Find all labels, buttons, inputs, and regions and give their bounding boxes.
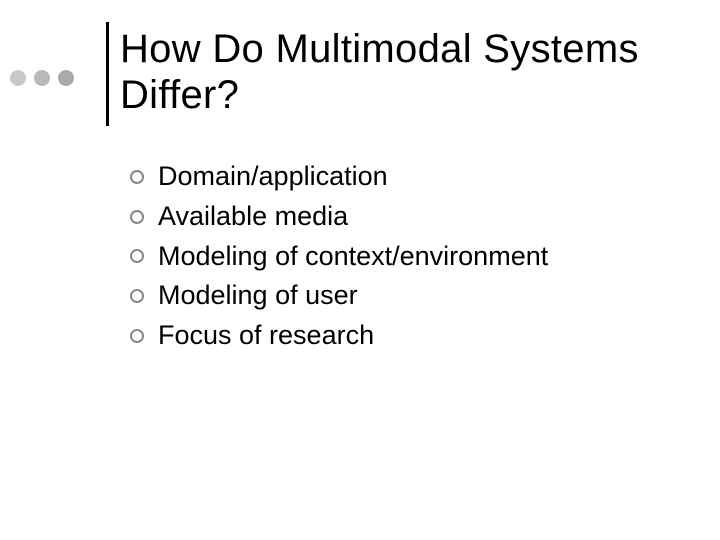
dot-icon (34, 70, 50, 86)
list-item-label: Modeling of context/environment (158, 240, 548, 274)
list-item-label: Focus of research (158, 319, 374, 353)
list-item-label: Available media (158, 200, 348, 234)
hollow-circle-icon (130, 289, 144, 303)
list-item: Modeling of user (130, 279, 690, 313)
hollow-circle-icon (130, 329, 144, 343)
list-item: Available media (130, 200, 690, 234)
list-item: Modeling of context/environment (130, 240, 690, 274)
slide-body: Domain/application Available media Model… (130, 160, 690, 359)
slide-header: How Do Multimodal Systems Differ? (0, 22, 720, 132)
hollow-circle-icon (130, 210, 144, 224)
dot-icon (10, 70, 26, 86)
decorative-dots (10, 70, 74, 86)
list-item-label: Domain/application (158, 160, 388, 194)
list-item-label: Modeling of user (158, 279, 358, 313)
vertical-divider (106, 22, 109, 126)
slide: How Do Multimodal Systems Differ? Domain… (0, 0, 720, 540)
list-item: Domain/application (130, 160, 690, 194)
slide-title: How Do Multimodal Systems Differ? (120, 26, 680, 118)
dot-icon (58, 70, 74, 86)
list-item: Focus of research (130, 319, 690, 353)
hollow-circle-icon (130, 249, 144, 263)
hollow-circle-icon (130, 170, 144, 184)
